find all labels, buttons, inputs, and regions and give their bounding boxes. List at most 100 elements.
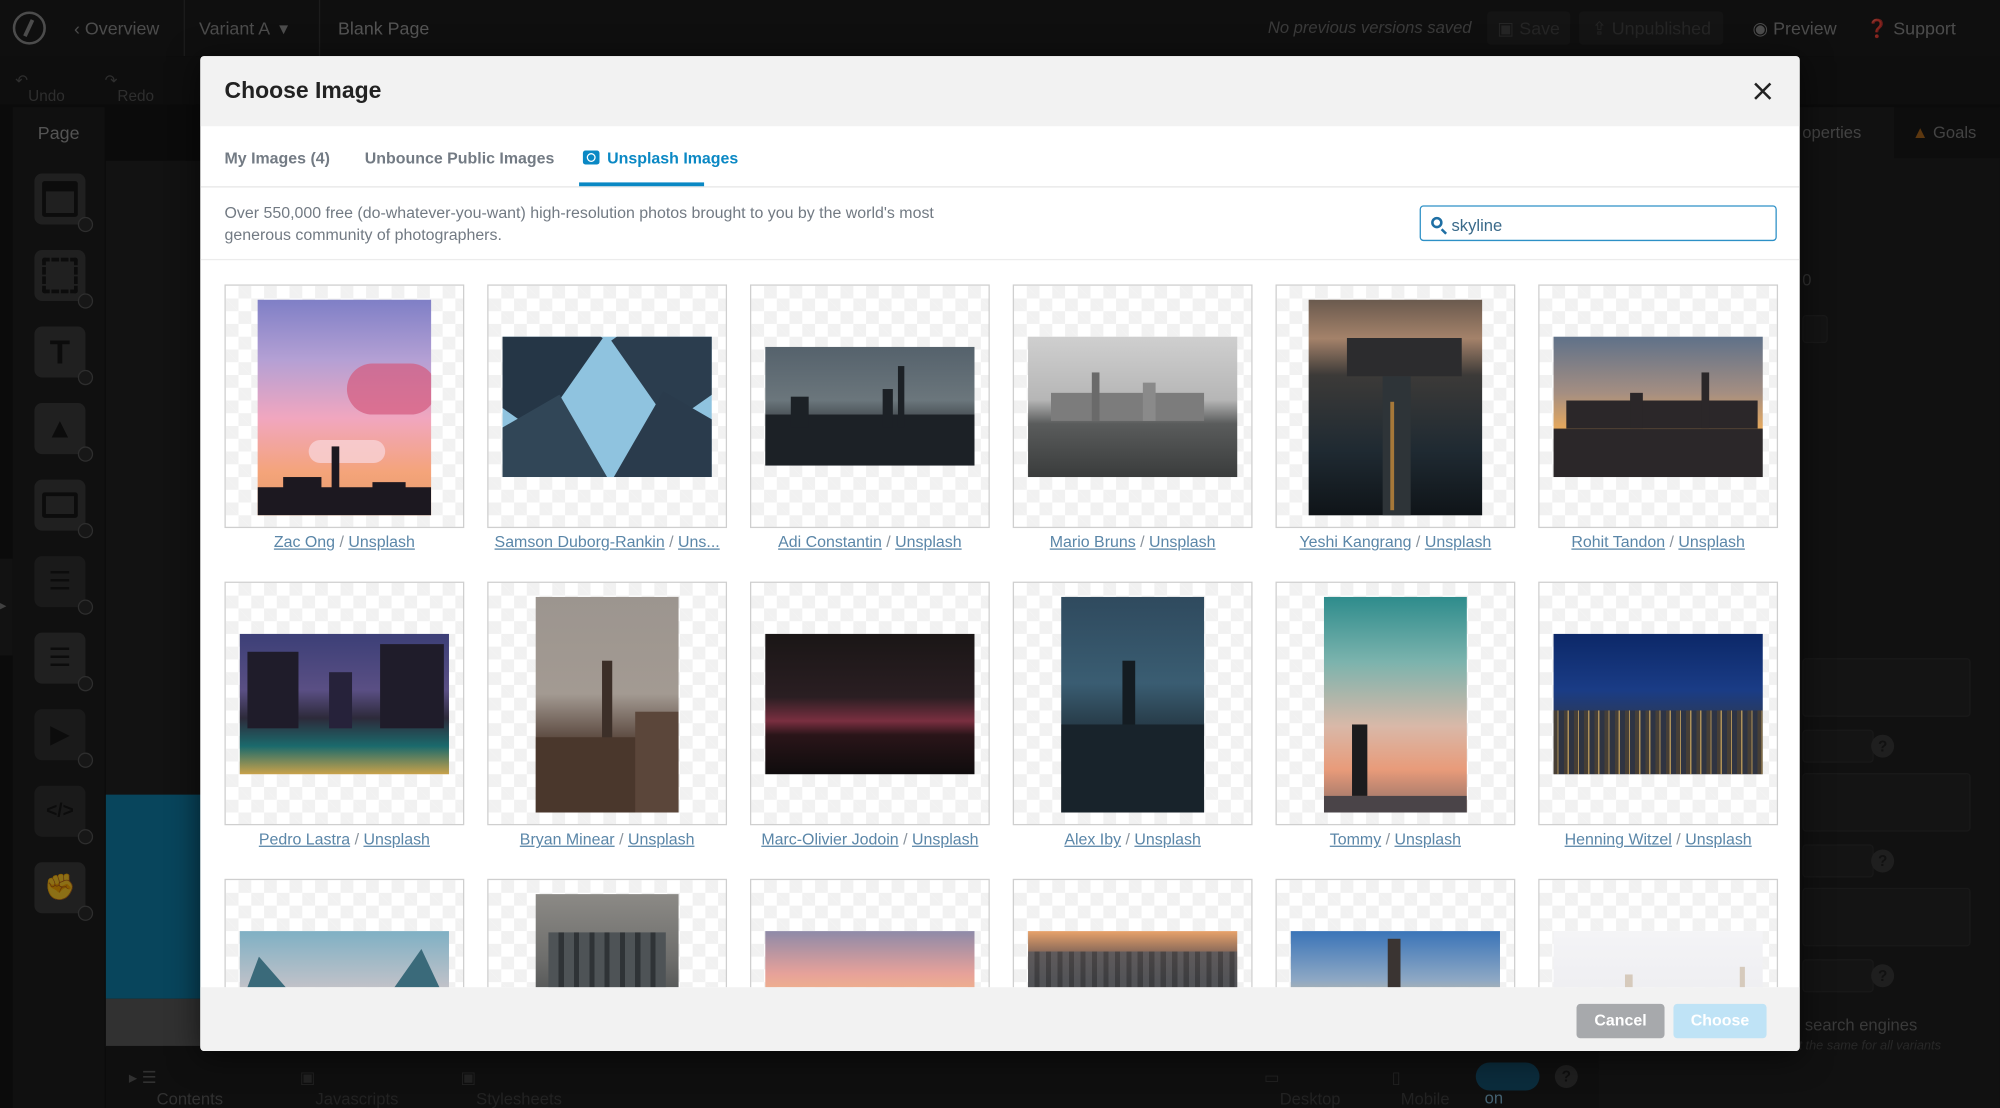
image-credit: Henning Witzel / Unsplash — [1538, 830, 1778, 848]
image-thumbnail[interactable] — [1275, 284, 1516, 529]
source-link[interactable]: Unsplash — [348, 533, 414, 551]
tab-unsplash-label: Unsplash Images — [607, 149, 739, 168]
author-link[interactable]: Tommy — [1330, 830, 1381, 848]
city-aerial — [1028, 951, 1238, 988]
tab-my-images[interactable]: My Images (4) — [224, 149, 329, 167]
photo — [239, 633, 449, 775]
source-link[interactable]: Unsplash — [363, 830, 429, 848]
image-thumbnail[interactable] — [1275, 581, 1516, 826]
city-lights — [1553, 710, 1763, 775]
image-thumbnail[interactable] — [749, 581, 990, 826]
author-link[interactable]: Bryan Minear — [520, 830, 615, 848]
dialog-title: Choose Image — [224, 77, 382, 104]
building-silhouette — [790, 396, 809, 428]
photo — [1028, 931, 1238, 988]
tower-silhouette — [1739, 966, 1745, 988]
building-silhouette — [380, 644, 444, 729]
image-thumbnail[interactable] — [224, 878, 465, 988]
image-credit: Adi Constantin / Unsplash — [750, 533, 990, 551]
image-thumbnail[interactable] — [1538, 878, 1779, 988]
image-thumbnail[interactable] — [1012, 581, 1253, 826]
image-thumbnail[interactable] — [1538, 284, 1779, 529]
image-thumbnail[interactable] — [224, 284, 465, 529]
source-link[interactable]: Unsplash — [1685, 830, 1751, 848]
search-box[interactable] — [1419, 205, 1777, 242]
image-thumbnail[interactable] — [1012, 878, 1253, 988]
source-link[interactable]: Unsplash — [1678, 533, 1744, 551]
image-thumbnail[interactable] — [487, 878, 728, 988]
search-icon — [1431, 216, 1443, 229]
image-thumbnail[interactable] — [1538, 581, 1779, 826]
photo — [1323, 596, 1467, 813]
tab-unbounce-public-images[interactable]: Unbounce Public Images — [365, 149, 555, 167]
source-link[interactable]: Unsplash — [628, 830, 694, 848]
author-link[interactable]: Adi Constantin — [778, 533, 882, 551]
image-thumbnail[interactable] — [749, 284, 990, 529]
source-link[interactable]: Unsplash — [895, 533, 961, 551]
image-credit: Samson Duborg-Rankin / Uns... — [487, 533, 727, 551]
building-silhouette — [283, 477, 322, 498]
credit-separator: / — [1669, 533, 1674, 552]
unsplash-info-bar: Over 550,000 free (do-whatever-you-want)… — [200, 187, 1800, 261]
building-silhouette — [372, 482, 406, 498]
empire-state-silhouette — [1387, 938, 1401, 988]
photo — [257, 299, 432, 516]
rooftop-shape — [1323, 795, 1467, 813]
cancel-button[interactable]: Cancel — [1576, 1003, 1665, 1039]
author-link[interactable]: Pedro Lastra — [259, 830, 350, 848]
page-scaler: ‹ Overview Variant A ▾ Blank Page No pre… — [0, 0, 2000, 1108]
tab-unsplash-images[interactable]: Unsplash Images — [582, 149, 739, 168]
person-silhouette — [1352, 724, 1368, 796]
photo — [765, 931, 975, 988]
camera-icon — [582, 150, 600, 165]
author-link[interactable]: Yeshi Kangrang — [1299, 533, 1411, 551]
skyline-silhouette — [1346, 338, 1462, 377]
source-link[interactable]: Unsplash — [1425, 533, 1491, 551]
skyline-silhouette — [1051, 392, 1205, 421]
photo — [765, 346, 975, 466]
image-thumbnail[interactable] — [487, 284, 728, 529]
source-link[interactable]: Uns... — [678, 533, 720, 551]
author-link[interactable]: Marc-Olivier Jodoin — [761, 830, 898, 848]
mountain-shape — [380, 948, 449, 988]
image-thumbnail[interactable] — [749, 878, 990, 988]
tower-silhouette — [1142, 382, 1156, 421]
author-link[interactable]: Zac Ong — [274, 533, 335, 551]
image-thumbnail[interactable] — [1012, 284, 1253, 529]
image-credit: Mario Bruns / Unsplash — [1013, 533, 1253, 551]
photo — [1553, 633, 1763, 775]
close-icon[interactable] — [1749, 78, 1777, 106]
credit-separator: / — [1125, 830, 1130, 849]
image-thumbnail[interactable] — [1275, 878, 1516, 988]
image-credit: Pedro Lastra / Unsplash — [224, 830, 464, 848]
photo — [1290, 931, 1500, 988]
author-link[interactable]: Samson Duborg-Rankin — [495, 533, 665, 551]
source-link[interactable]: Unsplash — [1149, 533, 1215, 551]
photo — [535, 894, 679, 988]
photo — [239, 931, 449, 988]
author-link[interactable]: Alex Iby — [1064, 830, 1121, 848]
source-link[interactable]: Unsplash — [1395, 830, 1461, 848]
building-silhouette — [329, 672, 353, 729]
credit-separator: / — [1385, 830, 1391, 849]
author-link[interactable]: Rohit Tandon — [1571, 533, 1665, 551]
source-link[interactable]: Unsplash — [1134, 830, 1200, 848]
search-input[interactable] — [1451, 211, 1768, 238]
credit-separator: / — [886, 533, 891, 552]
mountain-shape — [239, 956, 304, 988]
photo — [1061, 596, 1205, 813]
credit-separator: / — [1415, 533, 1421, 552]
cloud-shape — [346, 363, 432, 415]
building-silhouette — [247, 651, 299, 729]
choose-button[interactable]: Choose — [1673, 1003, 1767, 1039]
image-thumbnail[interactable] — [224, 581, 465, 826]
tower-silhouette — [1701, 372, 1710, 429]
author-link[interactable]: Mario Bruns — [1050, 533, 1136, 551]
image-credit: Alex Iby / Unsplash — [1013, 830, 1253, 848]
tower-silhouette — [1091, 372, 1100, 421]
credit-separator: / — [339, 533, 344, 552]
image-thumbnail[interactable] — [487, 581, 728, 826]
tower-silhouette — [1624, 974, 1633, 988]
author-link[interactable]: Henning Witzel — [1565, 830, 1672, 848]
source-link[interactable]: Unsplash — [912, 830, 978, 848]
